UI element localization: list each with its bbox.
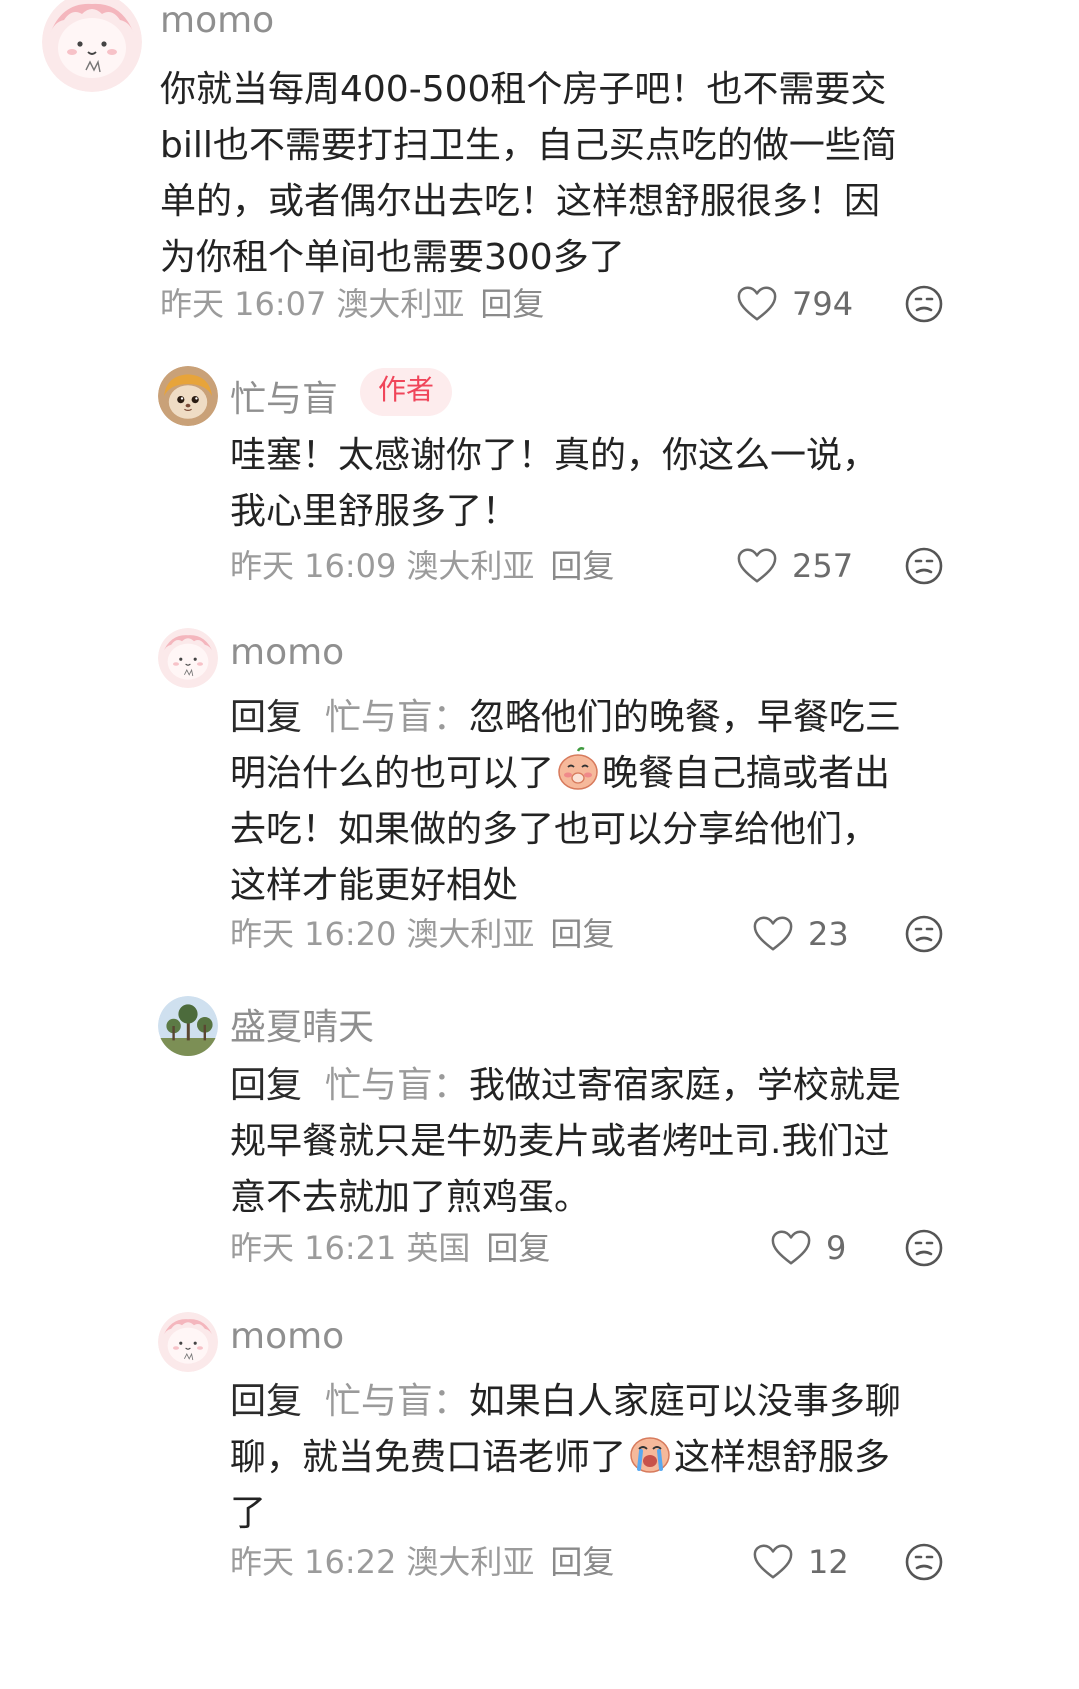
comment-meta: 昨天 16:20 澳大利亚 回复 bbox=[230, 912, 624, 956]
comment-text-segment: 如果白人家庭可以没事多聊 bbox=[468, 1381, 901, 1422]
comment-text[interactable]: 回复 忙与盲：我做过寄宿家庭，学校就是 规早餐就只是牛奶麦片或者烤吐司.我们过 … bbox=[230, 1058, 901, 1226]
avatar[interactable] bbox=[158, 366, 218, 426]
comment-text-line: 去吃！如果做的多了也可以分享给他们， bbox=[230, 809, 879, 850]
comment-text[interactable]: 回复 忙与盲：忽略他们的晚餐，早餐吃三 明治什么的也可以了 晚餐自己搞或者出 去吃… bbox=[230, 690, 901, 914]
like-count: 23 bbox=[808, 915, 849, 953]
reply-button[interactable]: 回复 bbox=[480, 285, 544, 323]
timestamp: 昨天 16:21 bbox=[230, 1229, 397, 1267]
comment-text-line: 哇塞！太感谢你了！真的，你这么一说， bbox=[230, 435, 879, 476]
heart-icon bbox=[736, 546, 778, 586]
like-button[interactable]: 257 bbox=[736, 544, 853, 588]
reply-target[interactable]: 忙与盲： bbox=[325, 697, 469, 738]
like-button[interactable]: 23 bbox=[752, 912, 849, 956]
comment-text[interactable]: 哇塞！太感谢你了！真的，你这么一说， 我心里舒服多了！ bbox=[230, 428, 878, 540]
reply-button[interactable]: 回复 bbox=[486, 1229, 550, 1267]
comment-text-line: 回复 忙与盲：我做过寄宿家庭，学校就是 bbox=[230, 1058, 901, 1114]
like-count: 794 bbox=[792, 285, 854, 323]
like-button[interactable]: 794 bbox=[736, 282, 853, 326]
heart-icon bbox=[736, 284, 778, 324]
reply-prefix: 回复 bbox=[230, 1381, 303, 1422]
comment-text-line: 回复 忙与盲：忽略他们的晚餐，早餐吃三 bbox=[230, 690, 901, 746]
heart-icon bbox=[770, 1228, 812, 1268]
dislike-face-icon[interactable] bbox=[904, 1228, 944, 1268]
location: 澳大利亚 bbox=[336, 285, 465, 323]
comment-text-segment: 明治什么的也可以了 bbox=[230, 753, 555, 794]
timestamp: 昨天 16:20 bbox=[230, 915, 397, 953]
comment-text-segment: 这样想舒服多 bbox=[674, 1437, 891, 1478]
author-badge: 作者 bbox=[360, 368, 453, 416]
reply-prefix: 回复 bbox=[230, 1065, 303, 1106]
avatar[interactable] bbox=[158, 1312, 218, 1372]
username[interactable]: momo bbox=[230, 1316, 344, 1357]
reply-target[interactable]: 忙与盲： bbox=[325, 1065, 469, 1106]
avatar[interactable] bbox=[158, 628, 218, 688]
like-count: 9 bbox=[826, 1229, 847, 1267]
heart-icon bbox=[752, 914, 794, 954]
reply-button[interactable]: 回复 bbox=[550, 1543, 614, 1581]
timestamp: 昨天 16:22 bbox=[230, 1543, 397, 1581]
like-button[interactable]: 9 bbox=[770, 1226, 846, 1270]
dislike-face-icon[interactable] bbox=[904, 546, 944, 586]
avatar[interactable] bbox=[42, 0, 142, 92]
comment-text-line: 这样才能更好相处 bbox=[230, 865, 519, 906]
like-button[interactable]: 12 bbox=[752, 1540, 849, 1584]
comment-text-line: 回复 忙与盲：如果白人家庭可以没事多聊 bbox=[230, 1374, 901, 1430]
comment-meta: 昨天 16:07 澳大利亚 回复 bbox=[160, 282, 554, 326]
comment-text-segment: 我做过寄宿家庭，学校就是 bbox=[468, 1065, 901, 1106]
comment-text-line: 了 bbox=[230, 1493, 267, 1534]
comment-text-line: 你就当每周400-500租个房子吧！也不需要交 bbox=[160, 69, 887, 110]
comment-text-line: 单的，或者偶尔出去吃！这样想舒服很多！因 bbox=[160, 181, 881, 222]
location: 澳大利亚 bbox=[406, 1543, 535, 1581]
comment-text-segment: 聊，就当免费口语老师了 bbox=[230, 1437, 627, 1478]
avatar[interactable] bbox=[158, 996, 218, 1056]
username[interactable]: momo bbox=[160, 0, 274, 41]
timestamp: 昨天 16:07 bbox=[160, 285, 327, 323]
heart-icon bbox=[752, 1542, 794, 1582]
username[interactable]: momo bbox=[230, 632, 344, 673]
comment-text-line: 规早餐就只是牛奶麦片或者烤吐司.我们过 bbox=[230, 1121, 890, 1162]
comment-text-segment: 忽略他们的晚餐，早餐吃三 bbox=[468, 697, 901, 738]
blushing-emoji bbox=[556, 747, 600, 791]
comment-text-line: 为你租个单间也需要300多了 bbox=[160, 237, 625, 278]
comment-text-line: 聊，就当免费口语老师了 这样想舒服多 bbox=[230, 1430, 901, 1486]
like-count: 257 bbox=[792, 547, 854, 585]
location: 澳大利亚 bbox=[406, 915, 535, 953]
reply-prefix: 回复 bbox=[230, 697, 303, 738]
comment-text-segment: 晚餐自己搞或者出 bbox=[602, 753, 891, 794]
dislike-face-icon[interactable] bbox=[904, 284, 944, 324]
username[interactable]: 盛夏晴天 bbox=[230, 998, 374, 1050]
reply-target[interactable]: 忙与盲： bbox=[325, 1381, 469, 1422]
comment-text-line: 我心里舒服多了！ bbox=[230, 491, 519, 532]
dislike-face-icon[interactable] bbox=[904, 1542, 944, 1582]
comment-text-line: 意不去就加了煎鸡蛋。 bbox=[230, 1177, 591, 1218]
like-count: 12 bbox=[808, 1543, 849, 1581]
comment-meta: 昨天 16:09 澳大利亚 回复 bbox=[230, 544, 624, 588]
comment-text-line: 明治什么的也可以了 晚餐自己搞或者出 bbox=[230, 746, 901, 802]
comment-text-line: bill也不需要打扫卫生，自己买点吃的做一些简 bbox=[160, 125, 897, 166]
comment-meta: 昨天 16:22 澳大利亚 回复 bbox=[230, 1540, 624, 1584]
comment-text[interactable]: 回复 忙与盲：如果白人家庭可以没事多聊 聊，就当免费口语老师了 这样想舒服多 了 bbox=[230, 1374, 901, 1542]
crying-emoji bbox=[628, 1431, 672, 1475]
username[interactable]: 忙与盲 bbox=[230, 370, 338, 422]
dislike-face-icon[interactable] bbox=[904, 914, 944, 954]
timestamp: 昨天 16:09 bbox=[230, 547, 397, 585]
reply-button[interactable]: 回复 bbox=[550, 915, 614, 953]
comment-meta: 昨天 16:21 英国 回复 bbox=[230, 1226, 560, 1270]
comment-text[interactable]: 你就当每周400-500租个房子吧！也不需要交 bill也不需要打扫卫生，自己买… bbox=[160, 62, 897, 286]
location: 澳大利亚 bbox=[406, 547, 535, 585]
location: 英国 bbox=[406, 1229, 471, 1267]
reply-button[interactable]: 回复 bbox=[550, 547, 614, 585]
